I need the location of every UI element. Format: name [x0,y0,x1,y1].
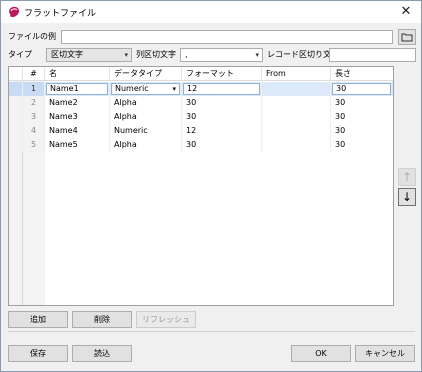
folder-icon [401,33,413,42]
grid-corner [9,67,23,81]
format-cell[interactable]: 12 [182,82,262,96]
data-type-value: Numeric [115,84,149,93]
record-separator-input[interactable] [329,48,416,62]
table-row[interactable]: 1 Name1 Numeric ▾ 12 30 [9,82,393,96]
move-down-button[interactable]: ↓ [398,188,416,206]
length-edit[interactable]: 30 [332,83,391,95]
header-from[interactable]: From [262,67,331,81]
row-number: 3 [23,110,45,124]
app-logo-icon [9,6,20,18]
name-cell[interactable]: Name3 [45,110,110,124]
header-length[interactable]: 長さ [331,67,393,81]
row-selector[interactable] [9,124,23,138]
length-cell[interactable]: 30 [331,96,393,110]
data-type-cell[interactable]: Alpha [110,110,182,124]
data-type-cell[interactable]: Alpha [110,96,182,110]
table-row[interactable]: 5 Name5 Alpha 30 30 [9,138,393,152]
row-number: 5 [23,138,45,152]
save-button[interactable]: 保存 [8,345,68,362]
data-type-select[interactable]: Numeric ▾ [111,83,180,95]
format-cell[interactable]: 30 [182,110,262,124]
chevron-down-icon: ▾ [172,85,176,93]
name-cell[interactable]: Name1 [45,82,110,96]
table-row[interactable]: 4 Name4 Numeric 12 30 [9,124,393,138]
from-cell[interactable] [262,110,331,124]
browse-button[interactable] [398,29,416,45]
from-cell[interactable] [262,124,331,138]
delete-button[interactable]: 削除 [72,311,132,328]
file-example-label: ファイルの例 [8,32,56,41]
row-selector[interactable] [9,96,23,110]
format-cell[interactable]: 30 [182,96,262,110]
footer-divider [8,331,415,332]
type-select[interactable]: 区切文字 ▾ [46,48,132,62]
chevron-down-icon: ▾ [255,51,259,59]
name-cell[interactable]: Name4 [45,124,110,138]
move-up-button[interactable]: ↑ [398,168,416,186]
length-cell[interactable]: 30 [331,110,393,124]
format-edit[interactable]: 12 [183,83,260,95]
cancel-button[interactable]: キャンセル [355,345,415,362]
length-cell[interactable]: 30 [331,138,393,152]
from-cell[interactable] [262,138,331,152]
data-type-cell[interactable]: Numeric [110,124,182,138]
name-cell[interactable]: Name2 [45,96,110,110]
file-example-input[interactable] [61,30,393,44]
header-data-type[interactable]: データタイプ [110,67,182,81]
length-cell[interactable]: 30 [331,124,393,138]
column-separator-select[interactable]: , ▾ [180,48,263,62]
row-number: 4 [23,124,45,138]
ok-button[interactable]: OK [291,345,351,362]
header-number[interactable]: # [23,67,45,81]
name-edit[interactable]: Name1 [46,83,108,95]
type-select-value: 区切文字 [51,50,83,59]
columns-grid: # 名 データタイプ フォーマット From 長さ 1 Name1 Numeri… [8,66,394,306]
title-bar: フラットファイル ✕ [1,1,421,23]
refresh-button[interactable]: リフレッシュ [136,311,196,328]
table-row[interactable]: 3 Name3 Alpha 30 30 [9,110,393,124]
row-number: 1 [23,82,45,96]
close-icon[interactable]: ✕ [391,1,421,23]
from-cell[interactable] [262,82,331,96]
format-cell[interactable]: 12 [182,124,262,138]
header-name[interactable]: 名 [45,67,110,81]
header-format[interactable]: フォーマット [182,67,262,81]
name-cell[interactable]: Name5 [45,138,110,152]
row-selector[interactable] [9,110,23,124]
load-button[interactable]: 読込 [72,345,132,362]
chevron-down-icon: ▾ [124,51,128,59]
column-separator-label: 列区切文字 [136,50,176,59]
table-row[interactable]: 2 Name2 Alpha 30 30 [9,96,393,110]
flat-file-dialog: フラットファイル ✕ ファイルの例 タイプ 区切文字 ▾ 列区切文字 , ▾ レ… [0,0,422,372]
row-number: 2 [23,96,45,110]
add-button[interactable]: 追加 [8,311,68,328]
data-type-cell[interactable]: Numeric ▾ [110,82,182,96]
format-cell[interactable]: 30 [182,138,262,152]
row-selector[interactable] [9,82,23,96]
length-cell[interactable]: 30 [331,82,393,96]
from-cell[interactable] [262,96,331,110]
arrow-down-icon: ↓ [401,190,413,204]
type-label: タイプ [8,50,32,59]
window-title: フラットファイル [24,9,97,19]
column-separator-value: , [185,50,188,59]
data-type-cell[interactable]: Alpha [110,138,182,152]
row-selector[interactable] [9,138,23,152]
arrow-up-icon: ↑ [401,170,413,184]
